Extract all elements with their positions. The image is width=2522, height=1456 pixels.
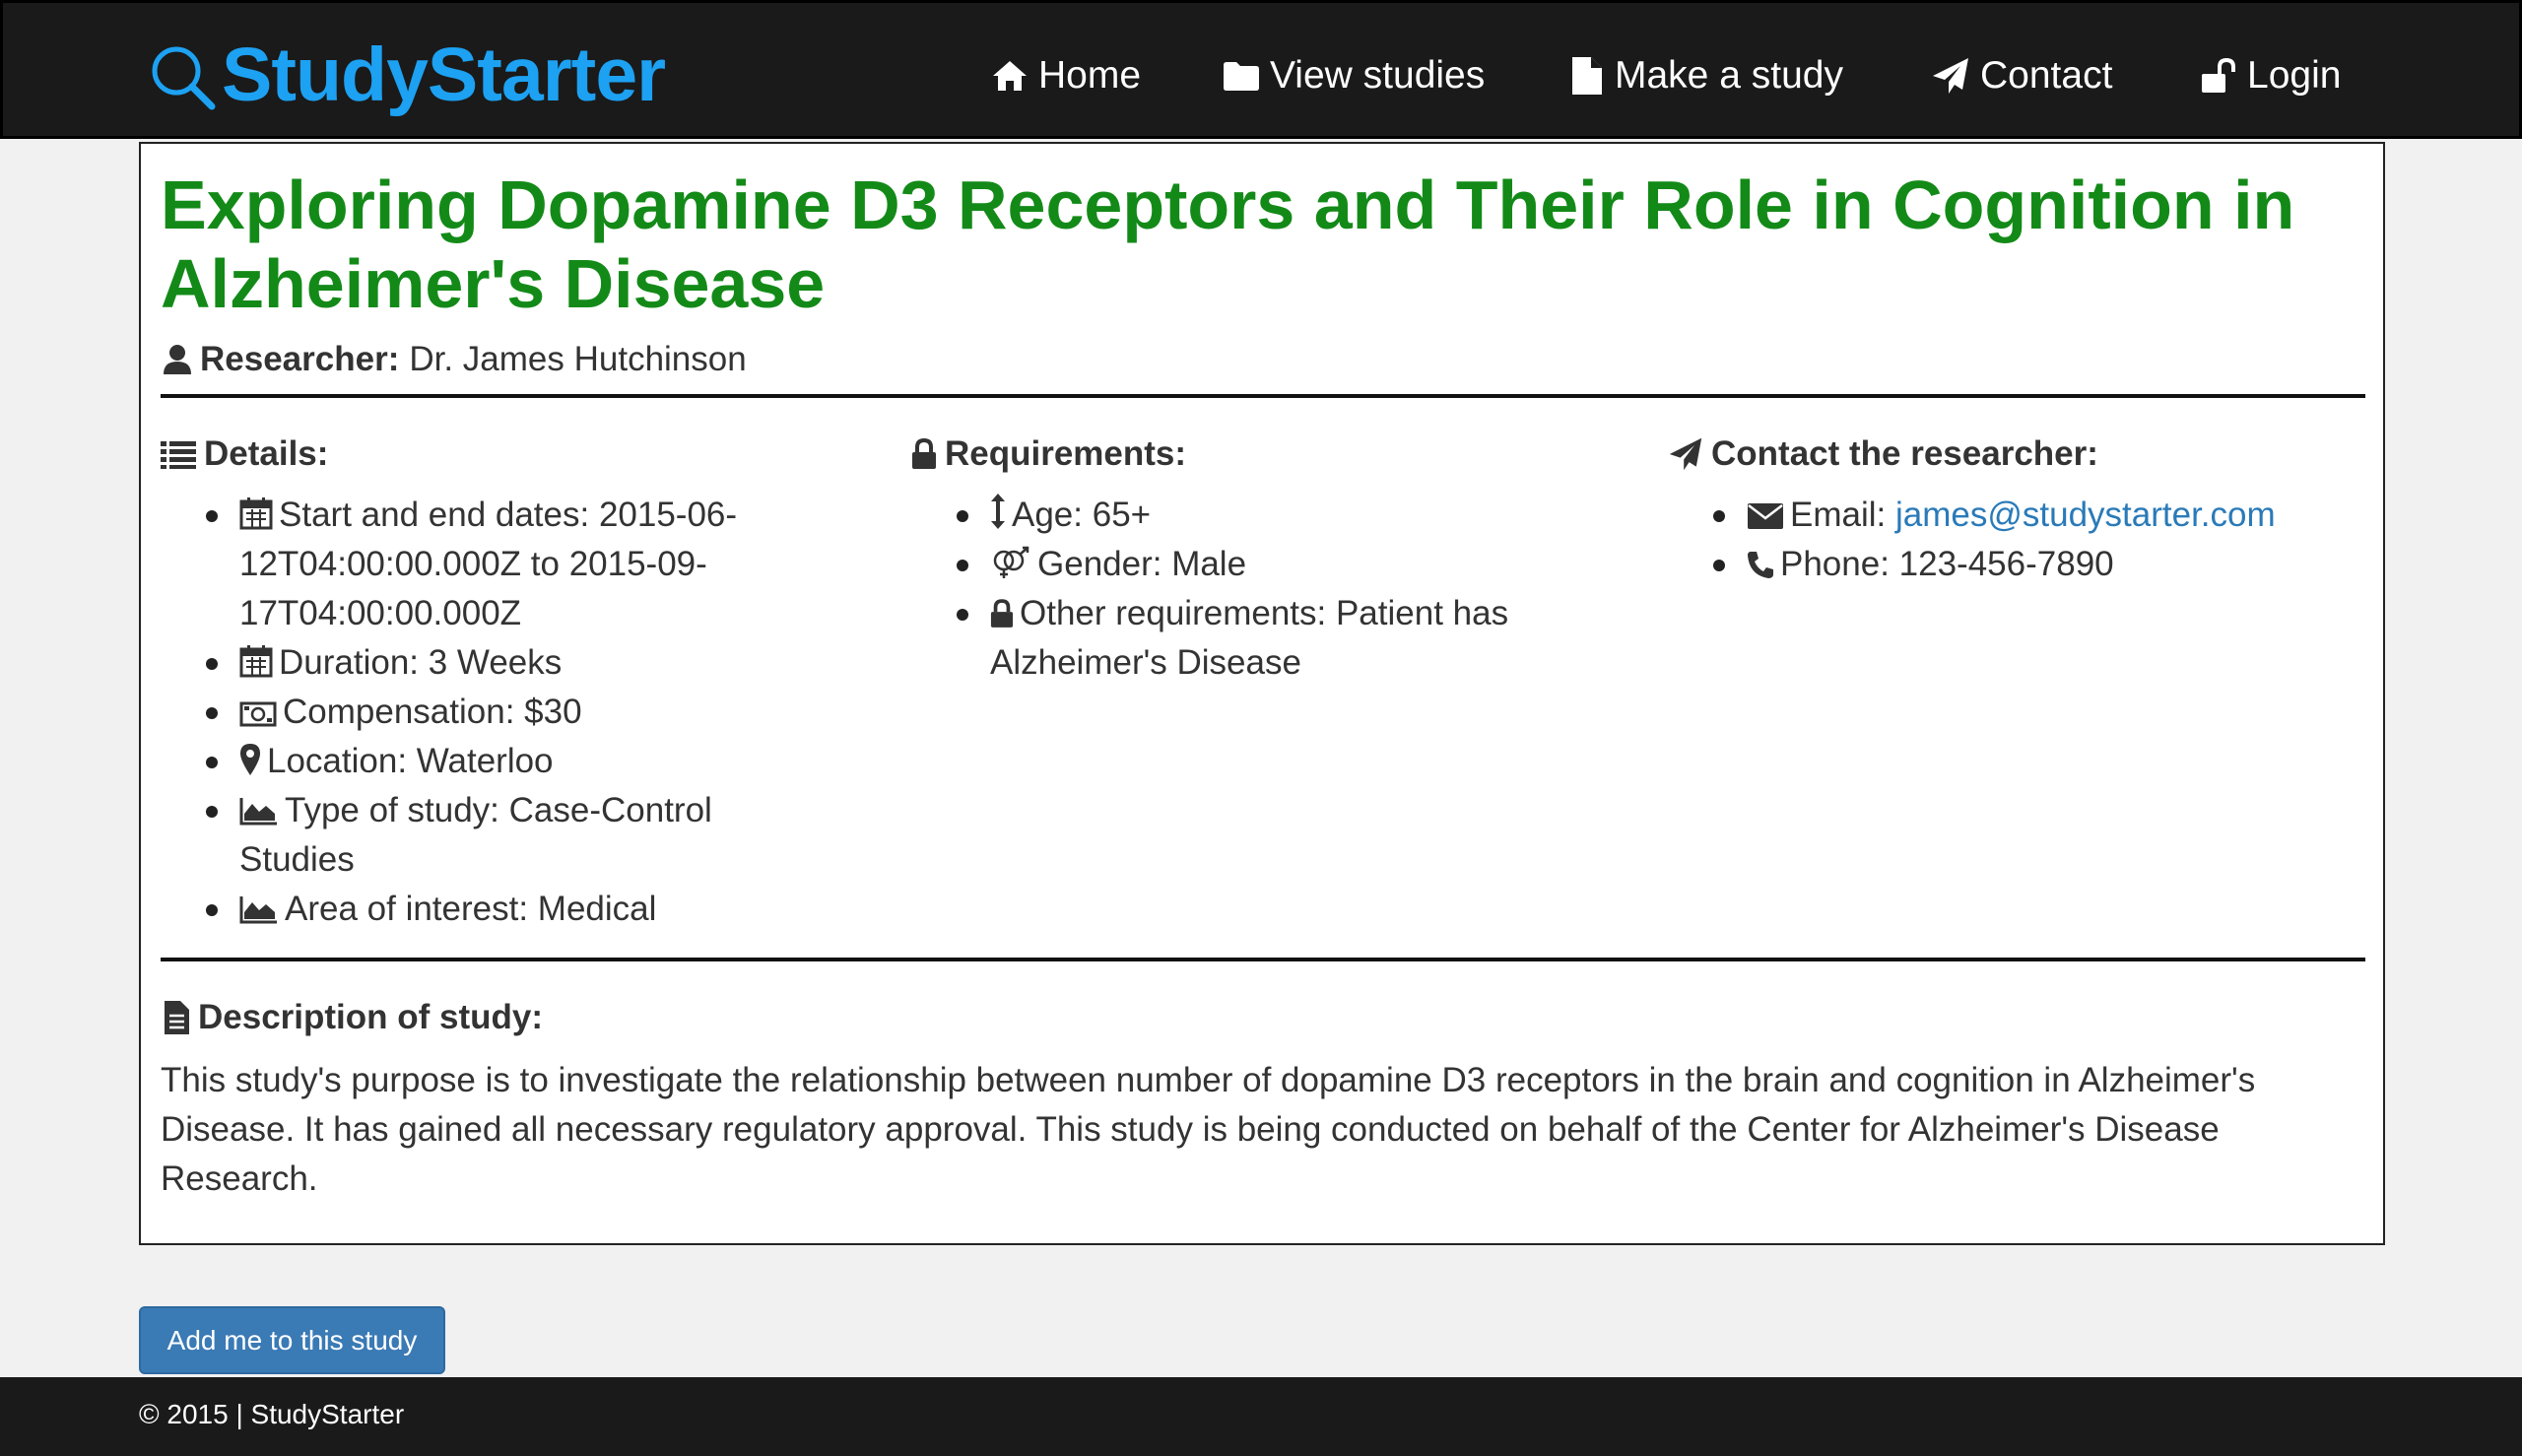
area-chart-icon <box>239 798 277 826</box>
contact-heading: Contact the researcher: <box>1668 430 2357 479</box>
calendar-icon <box>239 497 273 530</box>
phone-text: Phone: 123-456-7890 <box>1780 545 2114 583</box>
nav-contact-label: Contact <box>1980 54 2113 97</box>
location-text: Location: Waterloo <box>267 742 554 780</box>
list-item: Phone: 123-456-7890 <box>1668 540 2357 589</box>
divider-bottom <box>161 958 2365 961</box>
unlock-icon <box>2202 57 2235 93</box>
list-item: Area of interest: Medical <box>161 885 811 934</box>
contact-heading-text: Contact the researcher: <box>1711 434 2098 473</box>
vertical-arrows-icon <box>991 494 1005 529</box>
money-icon <box>239 701 277 727</box>
researcher-label: Researcher: <box>200 340 400 378</box>
divider-top <box>161 394 2365 398</box>
phone-icon <box>1748 552 1773 578</box>
requirements-heading: Requirements: <box>911 430 1581 479</box>
envelope-icon <box>1748 503 1783 529</box>
list-item: Duration: 3 Weeks <box>161 638 811 688</box>
nav-contact[interactable]: Contact <box>1931 46 2112 105</box>
nav-make-study-label: Make a study <box>1615 54 1843 97</box>
requirements-section: Requirements: Age: 65+ Gender: Male Othe… <box>911 430 1581 688</box>
nav-view-studies-label: View studies <box>1270 54 1486 97</box>
top-navbar: StudyStarter Home View studies Make a st… <box>0 0 2522 139</box>
nav-home[interactable]: Home <box>991 46 1141 105</box>
home-icon <box>993 61 1027 91</box>
contact-list: Email: james@studystarter.com Phone: 123… <box>1668 491 2357 589</box>
footer-copyright: © 2015 | StudyStarter <box>139 1399 405 1429</box>
folder-icon <box>1224 62 1259 91</box>
details-section: Details: Start and end dates: 2015-06-12… <box>161 430 811 934</box>
nav-make-study[interactable]: Make a study <box>1569 46 1843 105</box>
description-heading: Description of study: <box>163 993 543 1042</box>
list-item: Other requirements: Patient has Alzheime… <box>911 589 1581 688</box>
paper-plane-icon <box>1933 58 1968 94</box>
nav-login[interactable]: Login <box>2200 46 2341 105</box>
area-chart-icon <box>239 896 277 924</box>
list-item: Start and end dates: 2015-06-12T04:00:00… <box>161 491 811 638</box>
contact-section: Contact the researcher: Email: james@stu… <box>1668 430 2357 589</box>
requirements-list: Age: 65+ Gender: Male Other requirements… <box>911 491 1581 688</box>
other-requirements-text: Other requirements: Patient has Alzheime… <box>990 594 1509 682</box>
description-heading-text: Description of study: <box>198 998 544 1036</box>
lock-icon <box>990 599 1014 628</box>
paper-plane-icon <box>1669 437 1702 471</box>
list-item: Age: 65+ <box>911 491 1581 540</box>
type-text: Type of study: Case-Control Studies <box>239 791 712 879</box>
list-item: Location: Waterloo <box>161 737 811 786</box>
list-item: Gender: Male <box>911 540 1581 589</box>
nav-home-label: Home <box>1038 54 1142 97</box>
details-heading: Details: <box>161 430 811 479</box>
map-marker-icon <box>240 744 260 775</box>
lock-icon <box>912 438 936 469</box>
footer: © 2015 | StudyStarter <box>0 1377 2522 1456</box>
email-label: Email: <box>1790 496 1887 534</box>
user-icon <box>164 345 191 374</box>
nav-view-studies[interactable]: View studies <box>1223 46 1485 105</box>
area-text: Area of interest: Medical <box>285 890 657 928</box>
file-icon <box>1572 57 1602 95</box>
details-heading-text: Details: <box>204 434 329 473</box>
list-item: Email: james@studystarter.com <box>1668 491 2357 540</box>
email-link[interactable]: james@studystarter.com <box>1895 496 2276 534</box>
researcher-name: Dr. James Hutchinson <box>409 340 747 378</box>
calendar-icon <box>239 645 273 678</box>
compensation-text: Compensation: $30 <box>283 693 582 731</box>
document-icon <box>165 1001 189 1034</box>
researcher-line: Researcher: Dr. James Hutchinson <box>163 337 747 382</box>
age-text: Age: 65+ <box>1012 496 1152 534</box>
duration-text: Duration: 3 Weeks <box>279 643 563 682</box>
requirements-heading-text: Requirements: <box>945 434 1187 473</box>
add-me-button[interactable]: Add me to this study <box>139 1306 445 1374</box>
nav-login-label: Login <box>2247 54 2342 97</box>
gender-icon <box>993 546 1029 578</box>
description-body: This study's purpose is to investigate t… <box>161 1061 2256 1198</box>
study-panel: Exploring Dopamine D3 Receptors and Thei… <box>139 142 2385 1245</box>
gender-text: Gender: Male <box>1037 545 1247 583</box>
list-icon <box>161 441 196 469</box>
details-list: Start and end dates: 2015-06-12T04:00:00… <box>161 491 811 934</box>
study-title: Exploring Dopamine D3 Receptors and Thei… <box>161 166 2295 322</box>
list-item: Compensation: $30 <box>161 688 811 737</box>
dates-text: Start and end dates: 2015-06-12T04:00:00… <box>239 496 738 632</box>
nav-menu: Home View studies Make a study Contact L… <box>3 46 2522 105</box>
list-item: Type of study: Case-Control Studies <box>161 786 811 885</box>
